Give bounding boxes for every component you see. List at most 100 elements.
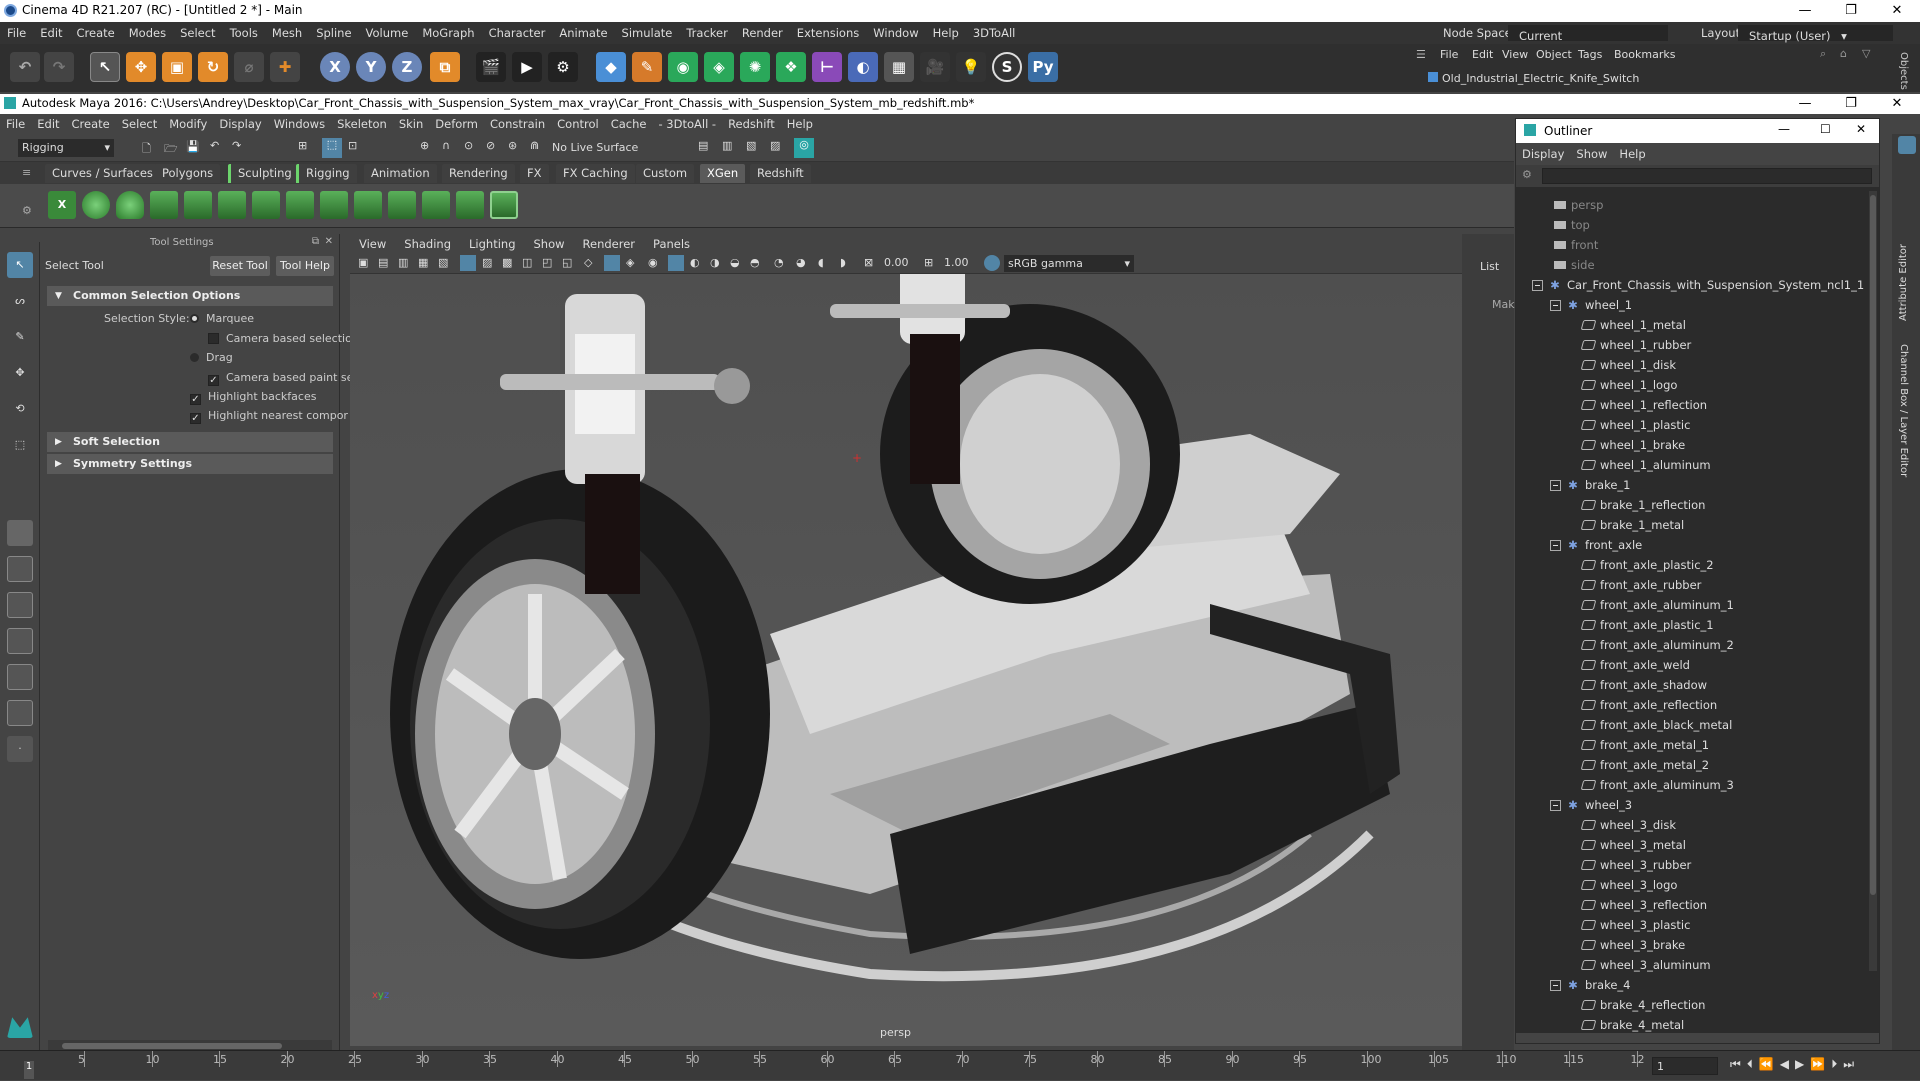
home-icon[interactable]: ⌂ xyxy=(1840,47,1847,60)
outliner-item[interactable]: front_axle_reflection xyxy=(1580,695,1717,715)
close-icon[interactable]: ✕ xyxy=(1874,0,1920,22)
maya-menu-select[interactable]: Select xyxy=(116,114,163,134)
objmgr-menu-view[interactable]: View xyxy=(1502,48,1528,61)
node-space-dropdown[interactable]: Current (Standard/Physical) ▾ xyxy=(1508,25,1668,65)
new-scene-icon[interactable]: 🗋 xyxy=(142,140,151,159)
outliner-item[interactable]: ✱ front_axle xyxy=(1550,535,1642,555)
outliner-item[interactable]: wheel_1_metal xyxy=(1580,315,1686,335)
ipr-render-icon[interactable]: ▧ xyxy=(746,139,756,152)
c4d-menu-simulate[interactable]: Simulate xyxy=(615,22,680,44)
layout-dropdown[interactable]: Startup (User) ▾ xyxy=(1738,25,1893,43)
graph-pane-icon[interactable] xyxy=(7,664,33,690)
c4d-menu-spline[interactable]: Spline xyxy=(309,22,358,44)
undo-icon[interactable]: ↶ xyxy=(210,139,219,152)
outliner-item[interactable]: front_axle_rubber xyxy=(1580,575,1701,595)
list-label[interactable]: List xyxy=(1480,260,1499,273)
shelf-tab-custom[interactable]: Custom xyxy=(636,164,695,183)
c4d-menu-create[interactable]: Create xyxy=(70,22,122,44)
outliner-item[interactable]: brake_4_reflection xyxy=(1580,995,1705,1015)
camera-based-paint-checkbox[interactable]: ✓ Camera based paint se xyxy=(208,371,353,386)
highlight-nearest-checkbox[interactable]: ✓ Highlight nearest compor xyxy=(190,409,348,424)
maya-menu-cache[interactable]: Cache xyxy=(605,114,653,134)
gamma-value[interactable]: 1.00 xyxy=(944,256,969,269)
shelf-tab-rendering[interactable]: Rendering xyxy=(442,164,515,183)
outliner-item[interactable]: front_axle_aluminum_2 xyxy=(1580,635,1734,655)
c4d-menu-window[interactable]: Window xyxy=(866,22,925,44)
c4d-menu-mograph[interactable]: MoGraph xyxy=(415,22,481,44)
hamburger-icon[interactable]: ☰ xyxy=(1416,48,1426,61)
objects-side-tab[interactable]: Objects xyxy=(1898,52,1909,90)
outliner-item[interactable]: front_axle_black_metal xyxy=(1580,715,1732,735)
maya-menu-constrain[interactable]: Constrain xyxy=(484,114,551,134)
outliner-item[interactable]: front_axle_aluminum_3 xyxy=(1580,775,1734,795)
maya-menu-3dtoall[interactable]: - 3DtoAll - xyxy=(652,114,722,134)
brush-tool-icon[interactable]: ⌀ xyxy=(234,52,264,82)
c4d-menu-edit[interactable]: Edit xyxy=(33,22,69,44)
outliner-item[interactable]: ✱ Car_Front_Chassis_with_Suspension_Syste… xyxy=(1532,275,1864,295)
ambient-occlusion-icon[interactable]: ◑ xyxy=(710,256,720,269)
outliner-item[interactable]: ✱ wheel_3 xyxy=(1550,795,1632,815)
maya-menu-redshift[interactable]: Redshift xyxy=(722,114,781,134)
maya-menu-control[interactable]: Control xyxy=(551,114,605,134)
add-tool-icon[interactable]: ✚ xyxy=(270,52,300,82)
outliner-item[interactable]: side xyxy=(1554,255,1595,275)
render-sequence-icon[interactable]: ▥ xyxy=(722,139,732,152)
play-back-icon[interactable]: ◀ xyxy=(1780,1057,1795,1071)
shelf-tab-sculpting[interactable]: Sculpting xyxy=(228,164,299,183)
soft-selection-section[interactable]: ▶ Soft Selection xyxy=(47,432,333,452)
step-forward-key-icon[interactable]: ⏩ xyxy=(1810,1057,1831,1071)
field-icon[interactable]: ◐ xyxy=(848,52,878,82)
axis-z-icon[interactable]: Z xyxy=(392,52,422,82)
time-slider[interactable]: 1 5 10 15 20 25 30 35 40 45 50 55 60 65 70 75 80 85 90 95 1… xyxy=(0,1050,1920,1080)
mograph-icon[interactable]: ❖ xyxy=(776,52,806,82)
four-pane-icon[interactable] xyxy=(7,556,33,582)
shelf-tab-polygons[interactable]: Polygons xyxy=(155,164,221,183)
outliner-item[interactable]: brake_1_metal xyxy=(1580,515,1684,535)
outliner-item[interactable]: wheel_3_logo xyxy=(1580,875,1677,895)
outliner-item[interactable]: front_axle_plastic_2 xyxy=(1580,555,1714,575)
objmgr-menu-edit[interactable]: Edit xyxy=(1472,48,1493,61)
move-tool-icon[interactable]: ✥ xyxy=(7,360,33,386)
close-panel-icon[interactable]: ✕ xyxy=(325,236,333,247)
safe-action-icon[interactable]: ◱ xyxy=(562,256,572,269)
2d-pan-icon[interactable]: ▧ xyxy=(438,256,448,269)
collapse-toggle-icon[interactable] xyxy=(1550,540,1561,551)
outliner-item[interactable]: wheel_3_aluminum xyxy=(1580,955,1711,975)
extrude-icon[interactable]: ◈ xyxy=(704,52,734,82)
undo-icon[interactable]: ↶ xyxy=(10,52,40,82)
outliner-item[interactable]: persp xyxy=(1554,195,1603,215)
outliner-item[interactable]: wheel_3_disk xyxy=(1580,815,1676,835)
outliner-item[interactable]: wheel_1_brake xyxy=(1580,435,1685,455)
collapse-toggle-icon[interactable] xyxy=(1550,300,1561,311)
outliner-item[interactable]: wheel_3_brake xyxy=(1580,935,1685,955)
objmgr-menu-bookmarks[interactable]: Bookmarks xyxy=(1614,48,1675,61)
magnet-icon[interactable]: ⋒ xyxy=(530,139,539,152)
motion-blur-icon[interactable]: ◒ xyxy=(730,256,740,269)
grid-toggle-icon[interactable] xyxy=(460,255,476,271)
xgen-placement-icon[interactable] xyxy=(184,191,212,219)
mode-dropdown[interactable]: Rigging ▾ xyxy=(18,139,114,157)
maya-menu-skin[interactable]: Skin xyxy=(393,114,429,134)
xgen-editor-icon[interactable]: X xyxy=(48,191,76,219)
c4d-menu-file[interactable]: File xyxy=(0,22,33,44)
exposure-value[interactable]: 0.00 xyxy=(884,256,909,269)
outliner-item[interactable]: wheel_3_plastic xyxy=(1580,915,1690,935)
outliner-item[interactable]: front_axle_weld xyxy=(1580,655,1690,675)
outliner-item[interactable]: ✱ wheel_1 xyxy=(1550,295,1632,315)
scale-tool-icon[interactable]: ▣ xyxy=(162,52,192,82)
outliner-maximize-icon[interactable]: ☐ xyxy=(1820,122,1831,136)
maya-menu-help[interactable]: Help xyxy=(781,114,819,134)
search-options-icon[interactable]: ⚙ xyxy=(1522,168,1532,181)
wireframe-on-shaded-icon[interactable]: ◈ xyxy=(626,256,634,269)
tool-help-button[interactable]: Tool Help xyxy=(276,256,334,276)
xgen-preview-icon[interactable] xyxy=(490,191,518,219)
c4d-menu-select[interactable]: Select xyxy=(173,22,222,44)
lights-icon[interactable] xyxy=(668,255,684,271)
minimize-icon[interactable]: — xyxy=(1782,0,1828,22)
render-picture-icon[interactable]: ▶ xyxy=(512,52,542,82)
subdivision-icon[interactable]: ◉ xyxy=(668,52,698,82)
film-gate-icon[interactable]: ▨ xyxy=(482,256,492,269)
outliner-close-icon[interactable]: ✕ xyxy=(1856,122,1866,136)
outliner-menu-help[interactable]: Help xyxy=(1613,143,1651,165)
c4d-menu-render[interactable]: Render xyxy=(735,22,790,44)
